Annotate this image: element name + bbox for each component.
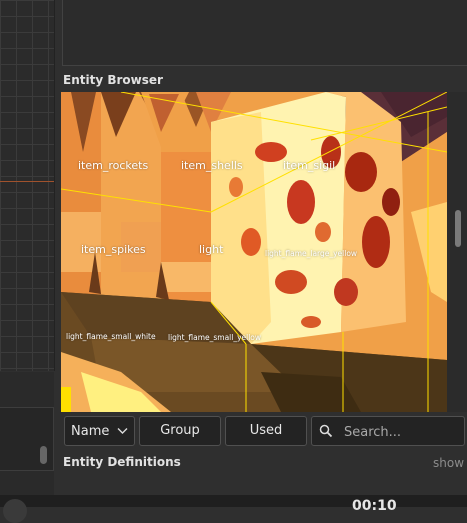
show-definitions-link[interactable]: show — [433, 456, 464, 470]
entity-definitions-title: Entity Definitions — [63, 455, 181, 469]
sort-select-value: Name — [71, 424, 110, 439]
entity-browser-viewport[interactable]: item_rockets item_shells item_sigil item… — [61, 92, 447, 412]
entity-label-item-spikes[interactable]: item_spikes — [81, 243, 146, 256]
grid-axis-line — [0, 181, 54, 182]
entity-label-light-flame-small-yellow[interactable]: light_flame_small_yellow — [168, 333, 261, 342]
entity-browser-scrollbar[interactable] — [447, 92, 467, 412]
status-bar-avatar[interactable] — [3, 499, 27, 523]
entity-label-light[interactable]: light — [199, 243, 223, 256]
entity-label-light-flame-small-white[interactable]: light_flame_small_white — [66, 332, 156, 341]
used-button[interactable]: Used — [225, 416, 307, 446]
left-scrollbar-thumb[interactable] — [40, 446, 47, 464]
group-button[interactable]: Group — [139, 416, 221, 446]
chevron-down-icon — [117, 425, 128, 440]
top-panel — [62, 0, 467, 66]
entity-label-item-shells[interactable]: item_shells — [181, 159, 243, 172]
entity-browser-scrollbar-thumb[interactable] — [455, 210, 461, 247]
search-icon — [319, 424, 333, 442]
search-input[interactable] — [342, 422, 464, 442]
entity-label-light-flame-large-yellow[interactable]: light_flame_large_yellow — [265, 249, 357, 258]
entity-browser-title: Entity Browser — [63, 73, 163, 87]
status-bar-time: 00:10 — [352, 498, 397, 514]
entity-label-item-sigil[interactable]: item_sigil — [283, 159, 335, 172]
map-grid-view[interactable] — [0, 0, 55, 371]
sort-select[interactable]: Name — [64, 416, 135, 446]
entity-label-item-rockets[interactable]: item_rockets — [78, 159, 148, 172]
search-field[interactable] — [311, 416, 465, 446]
